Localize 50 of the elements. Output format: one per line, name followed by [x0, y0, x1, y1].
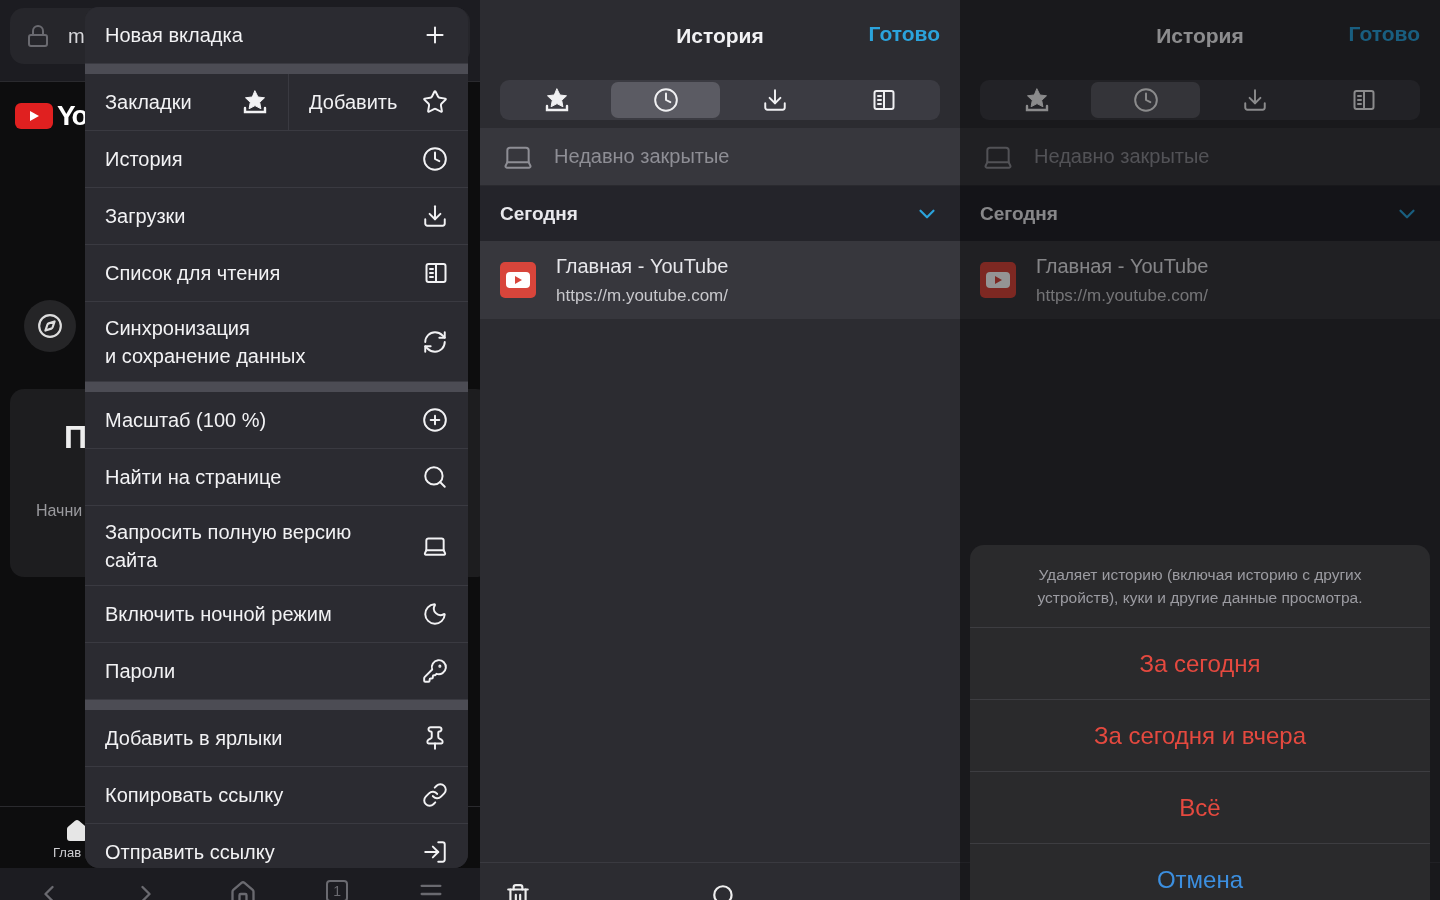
- clock-icon: [1132, 87, 1159, 113]
- sheet-option[interactable]: Отмена: [970, 844, 1430, 900]
- segment-tab[interactable]: [611, 82, 720, 118]
- card-title: П: [64, 419, 87, 456]
- reading-list-icon: [1351, 88, 1376, 112]
- sync-icon: [422, 328, 448, 355]
- sheet-option[interactable]: За сегодня и вчера: [970, 700, 1430, 772]
- play-logo-icon: [15, 103, 53, 129]
- compass-icon: [37, 313, 63, 339]
- history-entry[interactable]: Главная - YouTube https://m.youtube.com/: [480, 241, 960, 319]
- play-logo-icon: [500, 262, 536, 298]
- moon-icon: [422, 601, 448, 627]
- play-logo-icon: [980, 262, 1016, 298]
- zoom-in-icon: [422, 407, 448, 433]
- recently-closed-row[interactable]: Недавно закрытые: [480, 128, 960, 186]
- sheet-option[interactable]: Всё: [970, 772, 1430, 844]
- section-header[interactable]: Сегодня: [480, 186, 960, 241]
- compass-button[interactable]: [24, 300, 76, 352]
- clock-icon: [422, 146, 448, 172]
- sheet-option[interactable]: За сегодня: [970, 628, 1430, 700]
- entry-url: https://m.youtube.com/: [556, 285, 729, 306]
- history-entry[interactable]: Главная - YouTube https://m.youtube.com/: [960, 241, 1440, 319]
- reading-list-icon: [871, 88, 896, 112]
- entry-url: https://m.youtube.com/: [1036, 285, 1209, 306]
- link-icon: [422, 782, 448, 808]
- nav-label[interactable]: Глав: [53, 845, 82, 860]
- download-icon: [761, 87, 788, 113]
- reading-list-icon: [424, 261, 448, 285]
- done-button[interactable]: Готово: [868, 22, 940, 46]
- download-icon: [422, 203, 448, 229]
- recently-closed-label: Недавно закрытые: [554, 145, 730, 168]
- star-tray-icon: [242, 89, 268, 115]
- sheet-message: Удаляет историю (включая историю с других устройств), куки и другие данные просмотра.: [970, 545, 1430, 628]
- star-tray-icon: [543, 87, 570, 113]
- key-icon: [422, 658, 448, 684]
- share-icon: [422, 839, 448, 865]
- address-text: m: [68, 24, 85, 48]
- screen-title: История: [676, 24, 764, 48]
- star-icon: [422, 89, 448, 115]
- download-icon: [1241, 87, 1268, 113]
- search-icon: [422, 464, 448, 490]
- entry-title: Главная - YouTube: [1036, 254, 1209, 278]
- clock-icon: [652, 87, 679, 113]
- menu-item[interactable]: Новая вкладка: [85, 7, 468, 64]
- screen-title: История: [1156, 24, 1244, 48]
- card-text: Начни: [36, 502, 83, 520]
- section-header[interactable]: Сегодня: [960, 186, 1440, 241]
- entry-title: Главная - YouTube: [556, 254, 729, 278]
- lock-icon: [26, 24, 50, 48]
- star-tray-icon: [1023, 87, 1050, 113]
